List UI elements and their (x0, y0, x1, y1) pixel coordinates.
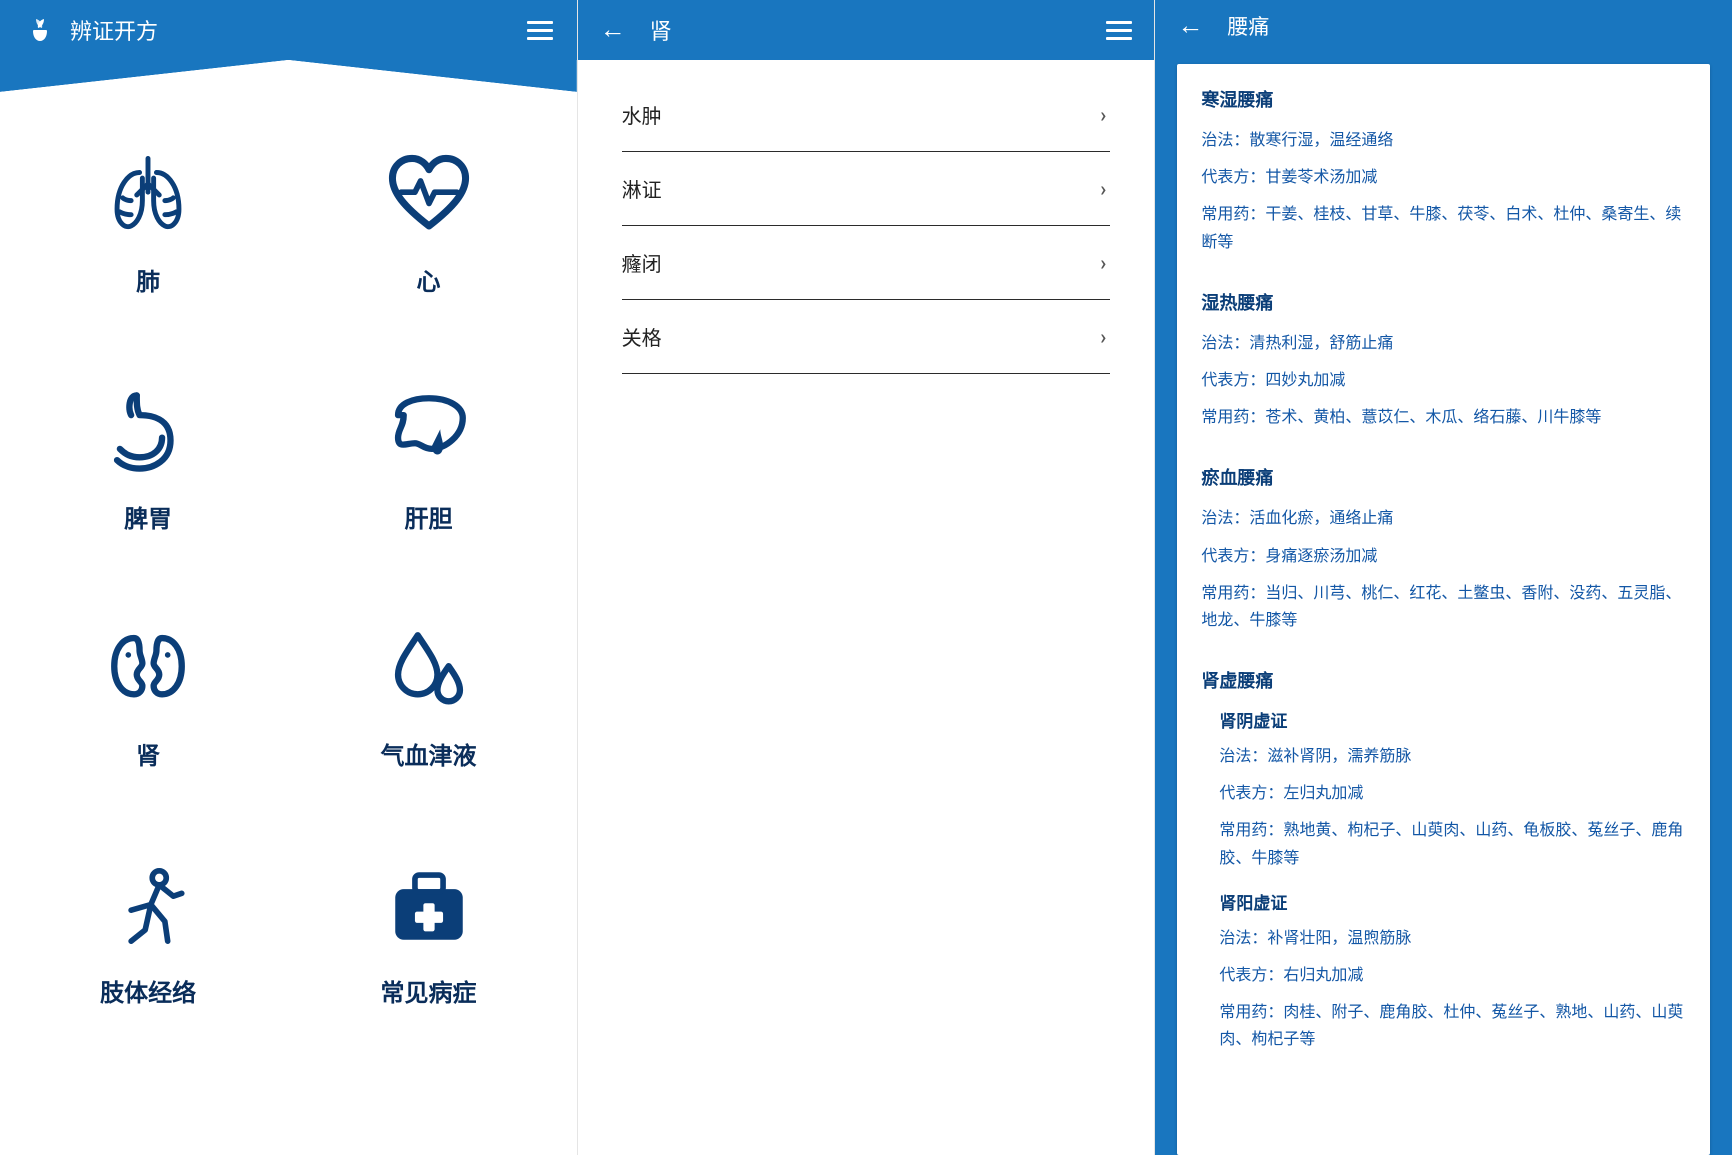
section: 湿热腰痛 治法：清热利湿，舒筋止痛 代表方：四妙丸加减 常用药：苍术、黄柏、薏苡… (1201, 289, 1686, 431)
back-arrow-icon[interactable]: ← (1177, 13, 1203, 39)
treatment-method: 治法：活血化瘀，通络止痛 (1201, 504, 1686, 531)
tile-limbs-meridians[interactable]: 肢体经络 (20, 861, 276, 1008)
header-title: 肾 (650, 14, 672, 46)
section-title: 肾虚腰痛 (1201, 667, 1686, 693)
tile-qi-blood-fluid[interactable]: 气血津液 (300, 624, 556, 771)
list-item[interactable]: 关格 › (622, 300, 1111, 374)
tile-spleen-stomach[interactable]: 脾胃 (20, 387, 276, 534)
list-item-label: 淋证 (622, 174, 662, 203)
app-logo-icon (24, 14, 56, 46)
treatment-method: 治法：滋补肾阴，濡养筋脉 (1219, 742, 1686, 769)
panel-categories: 辨证开方 肺 (0, 0, 578, 1155)
liver-icon (384, 387, 474, 477)
list-item-label: 癃闭 (622, 248, 662, 277)
menu-icon[interactable] (527, 21, 553, 40)
representative-formula: 代表方：左归丸加减 (1219, 779, 1686, 806)
treatment-method: 治法：清热利湿，舒筋止痛 (1201, 329, 1686, 356)
chevron-right-icon: › (1100, 177, 1106, 201)
tile-label: 心 (417, 262, 441, 297)
representative-formula: 代表方：甘姜苓术汤加减 (1201, 163, 1686, 190)
common-herbs: 常用药：肉桂、附子、鹿角胶、杜仲、菟丝子、熟地、山药、山萸肉、枸杞子等 (1219, 998, 1686, 1052)
list-item-label: 关格 (622, 322, 662, 351)
common-herbs: 常用药：当归、川芎、桃仁、红花、土鳖虫、香附、没药、五灵脂、地龙、牛膝等 (1201, 579, 1686, 633)
stomach-icon (103, 387, 193, 477)
subsection-title: 肾阴虚证 (1219, 707, 1686, 732)
chevron-right-icon: › (1100, 251, 1106, 275)
category-grid: 肺 心 (0, 60, 577, 1008)
subsection: 肾阳虚证 治法：补肾壮阳，温煦筋脉 代表方：右归丸加减 常用药：肉桂、附子、鹿角… (1201, 889, 1686, 1053)
list-item[interactable]: 水肿 › (622, 78, 1111, 152)
header: 辨证开方 (0, 0, 577, 60)
heart-icon (384, 150, 474, 240)
body-icon (103, 861, 193, 951)
tile-lung[interactable]: 肺 (20, 150, 276, 297)
treatment-method: 治法：散寒行湿，温经通络 (1201, 126, 1686, 153)
list-item[interactable]: 淋证 › (622, 152, 1111, 226)
tile-common-diseases[interactable]: 常见病症 (300, 861, 556, 1008)
chevron-right-icon: › (1100, 103, 1106, 127)
menu-icon[interactable] (1106, 21, 1132, 40)
back-arrow-icon[interactable]: ← (600, 17, 626, 43)
section-title: 寒湿腰痛 (1201, 86, 1686, 112)
droplets-icon (384, 624, 474, 714)
tile-label: 肺 (136, 262, 160, 297)
representative-formula: 代表方：四妙丸加减 (1201, 366, 1686, 393)
header: ← 肾 (578, 0, 1155, 60)
section: 瘀血腰痛 治法：活血化瘀，通络止痛 代表方：身痛逐瘀汤加减 常用药：当归、川芎、… (1201, 464, 1686, 633)
header-title: 辨证开方 (70, 14, 158, 46)
panel-detail: ← 腰痛 寒湿腰痛 治法：散寒行湿，温经通络 代表方：甘姜苓术汤加减 常用药：干… (1155, 0, 1732, 1155)
tile-liver-gallbladder[interactable]: 肝胆 (300, 387, 556, 534)
section-title: 瘀血腰痛 (1201, 464, 1686, 490)
common-herbs: 常用药：熟地黄、枸杞子、山萸肉、山药、龟板胶、菟丝子、鹿角胶、牛膝等 (1219, 816, 1686, 870)
chevron-right-icon: › (1100, 325, 1106, 349)
medkit-icon (384, 861, 474, 951)
treatment-method: 治法：补肾壮阳，温煦筋脉 (1219, 924, 1686, 951)
list-item[interactable]: 癃闭 › (622, 226, 1111, 300)
detail-card: 寒湿腰痛 治法：散寒行湿，温经通络 代表方：甘姜苓术汤加减 常用药：干姜、桂枝、… (1177, 64, 1710, 1155)
representative-formula: 代表方：右归丸加减 (1219, 961, 1686, 988)
common-herbs: 常用药：干姜、桂枝、甘草、牛膝、茯苓、白术、杜仲、桑寄生、续断等 (1201, 200, 1686, 254)
kidney-icon (103, 624, 193, 714)
tile-label: 肢体经络 (100, 973, 196, 1008)
header-title: 腰痛 (1227, 11, 1269, 41)
syndrome-list: 水肿 › 淋证 › 癃闭 › 关格 › (578, 60, 1155, 374)
tile-kidney[interactable]: 肾 (20, 624, 276, 771)
section-title: 湿热腰痛 (1201, 289, 1686, 315)
section: 肾虚腰痛 肾阴虚证 治法：滋补肾阴，濡养筋脉 代表方：左归丸加减 常用药：熟地黄… (1201, 667, 1686, 1053)
common-herbs: 常用药：苍术、黄柏、薏苡仁、木瓜、络石藤、川牛膝等 (1201, 403, 1686, 430)
subsection: 肾阴虚证 治法：滋补肾阴，濡养筋脉 代表方：左归丸加减 常用药：熟地黄、枸杞子、… (1201, 707, 1686, 871)
header: ← 腰痛 (1155, 0, 1732, 52)
lungs-icon (103, 150, 193, 240)
tile-label: 脾胃 (124, 499, 172, 534)
tile-label: 肾 (136, 736, 160, 771)
representative-formula: 代表方：身痛逐瘀汤加减 (1201, 542, 1686, 569)
tile-heart[interactable]: 心 (300, 150, 556, 297)
subsection-title: 肾阳虚证 (1219, 889, 1686, 914)
panel-subcategory: ← 肾 水肿 › 淋证 › 癃闭 › 关格 › (578, 0, 1156, 1155)
tile-label: 常见病症 (381, 973, 477, 1008)
tile-label: 肝胆 (405, 499, 453, 534)
tile-label: 气血津液 (381, 736, 477, 771)
list-item-label: 水肿 (622, 100, 662, 129)
section: 寒湿腰痛 治法：散寒行湿，温经通络 代表方：甘姜苓术汤加减 常用药：干姜、桂枝、… (1201, 86, 1686, 255)
